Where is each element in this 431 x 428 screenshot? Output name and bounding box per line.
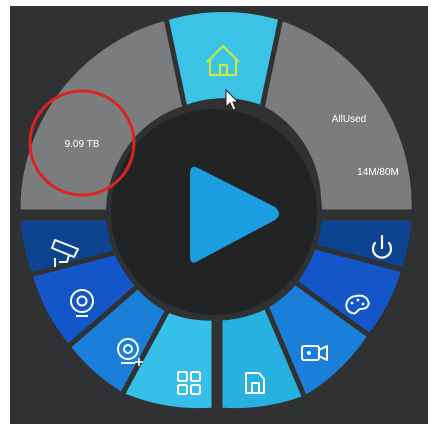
disk-capacity-text: 9.09 TB: [65, 139, 100, 150]
radial-menu-app: 9.09 TB AllUsed 14M/80M: [0, 0, 431, 428]
storage-label: AllUsed: [332, 114, 366, 125]
radial-menu: 9.09 TB AllUsed 14M/80M: [0, 0, 431, 428]
storage-value: 14M/80M: [357, 167, 399, 178]
